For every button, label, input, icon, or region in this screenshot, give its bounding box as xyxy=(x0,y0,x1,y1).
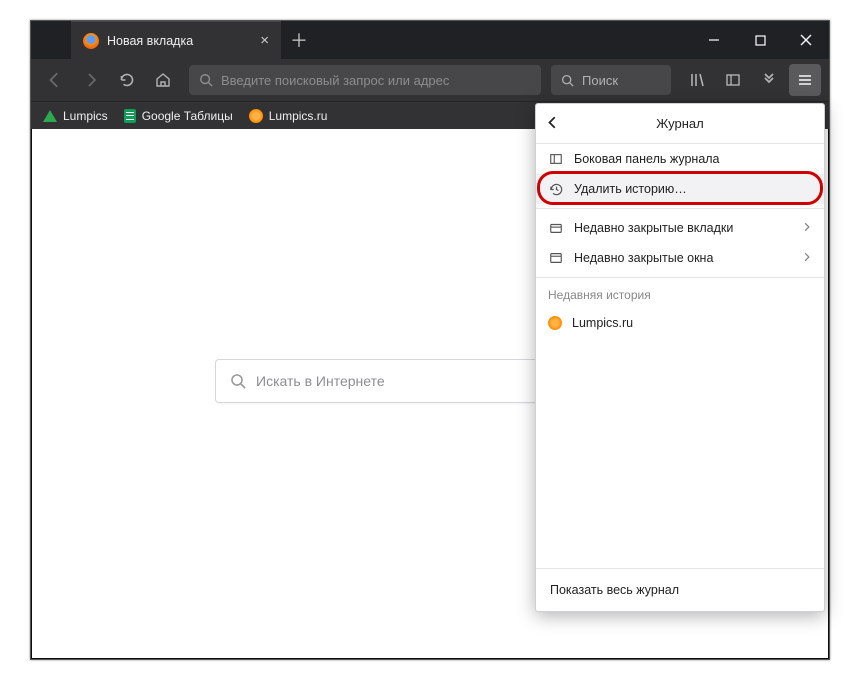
lumpics-favicon xyxy=(548,316,562,330)
show-all-history-button[interactable]: Показать весь журнал xyxy=(536,568,824,611)
history-icon xyxy=(548,181,564,197)
library-button[interactable] xyxy=(681,64,713,96)
panel-spacer xyxy=(536,338,824,568)
content-search-placeholder: Искать в Интернете xyxy=(256,373,385,389)
titlebar: Новая вкладка × ＋ xyxy=(31,21,829,59)
clear-history-item[interactable]: Удалить историю… xyxy=(536,174,824,204)
history-panel: Журнал Боковая панель журнала Удалить ис… xyxy=(535,103,825,612)
recently-closed-windows-item[interactable]: Недавно закрытые окна xyxy=(536,243,824,273)
search-bar[interactable]: Поиск xyxy=(551,65,671,95)
window-controls xyxy=(691,21,829,59)
lumpics-icon xyxy=(249,109,263,123)
tab-icon xyxy=(548,220,564,236)
maximize-button[interactable] xyxy=(737,21,783,59)
drive-icon xyxy=(43,110,57,122)
overflow-button[interactable] xyxy=(753,64,785,96)
back-button[interactable] xyxy=(39,64,71,96)
forward-button[interactable] xyxy=(75,64,107,96)
search-placeholder: Поиск xyxy=(582,73,618,88)
home-button[interactable] xyxy=(147,64,179,96)
tab-title: Новая вкладка xyxy=(107,34,260,48)
close-window-button[interactable] xyxy=(783,21,829,59)
recent-history-heading: Недавняя история xyxy=(536,282,824,308)
menu-button[interactable] xyxy=(789,64,821,96)
navbar: Введите поисковый запрос или адрес Поиск xyxy=(31,59,829,101)
minimize-button[interactable] xyxy=(691,21,737,59)
bookmark-lumpics-ru[interactable]: Lumpics.ru xyxy=(249,109,328,123)
bookmark-google-sheets[interactable]: Google Таблицы xyxy=(124,109,233,123)
history-sidebar-item[interactable]: Боковая панель журнала xyxy=(536,144,824,174)
reload-button[interactable] xyxy=(111,64,143,96)
panel-title: Журнал xyxy=(656,116,703,131)
panel-header: Журнал xyxy=(536,104,824,144)
close-tab-icon[interactable]: × xyxy=(260,33,269,48)
new-tab-button[interactable]: ＋ xyxy=(281,21,317,59)
panel-separator xyxy=(536,277,824,278)
panel-separator xyxy=(536,208,824,209)
recent-history-entry[interactable]: Lumpics.ru xyxy=(536,308,824,338)
firefox-icon xyxy=(83,33,99,49)
window-icon xyxy=(548,250,564,266)
active-tab[interactable]: Новая вкладка × xyxy=(71,21,281,59)
browser-window: Новая вкладка × ＋ xyxy=(30,20,830,660)
sidebar-button[interactable] xyxy=(717,64,749,96)
recently-closed-tabs-item[interactable]: Недавно закрытые вкладки xyxy=(536,213,824,243)
bookmark-lumpics[interactable]: Lumpics xyxy=(43,109,108,123)
chevron-right-icon xyxy=(802,251,812,265)
sidebar-panel-icon xyxy=(548,151,564,167)
url-bar[interactable]: Введите поисковый запрос или адрес xyxy=(189,65,541,95)
chevron-right-icon xyxy=(802,221,812,235)
panel-back-button[interactable] xyxy=(546,115,560,132)
url-placeholder: Введите поисковый запрос или адрес xyxy=(221,73,449,88)
sheets-icon xyxy=(124,109,136,123)
